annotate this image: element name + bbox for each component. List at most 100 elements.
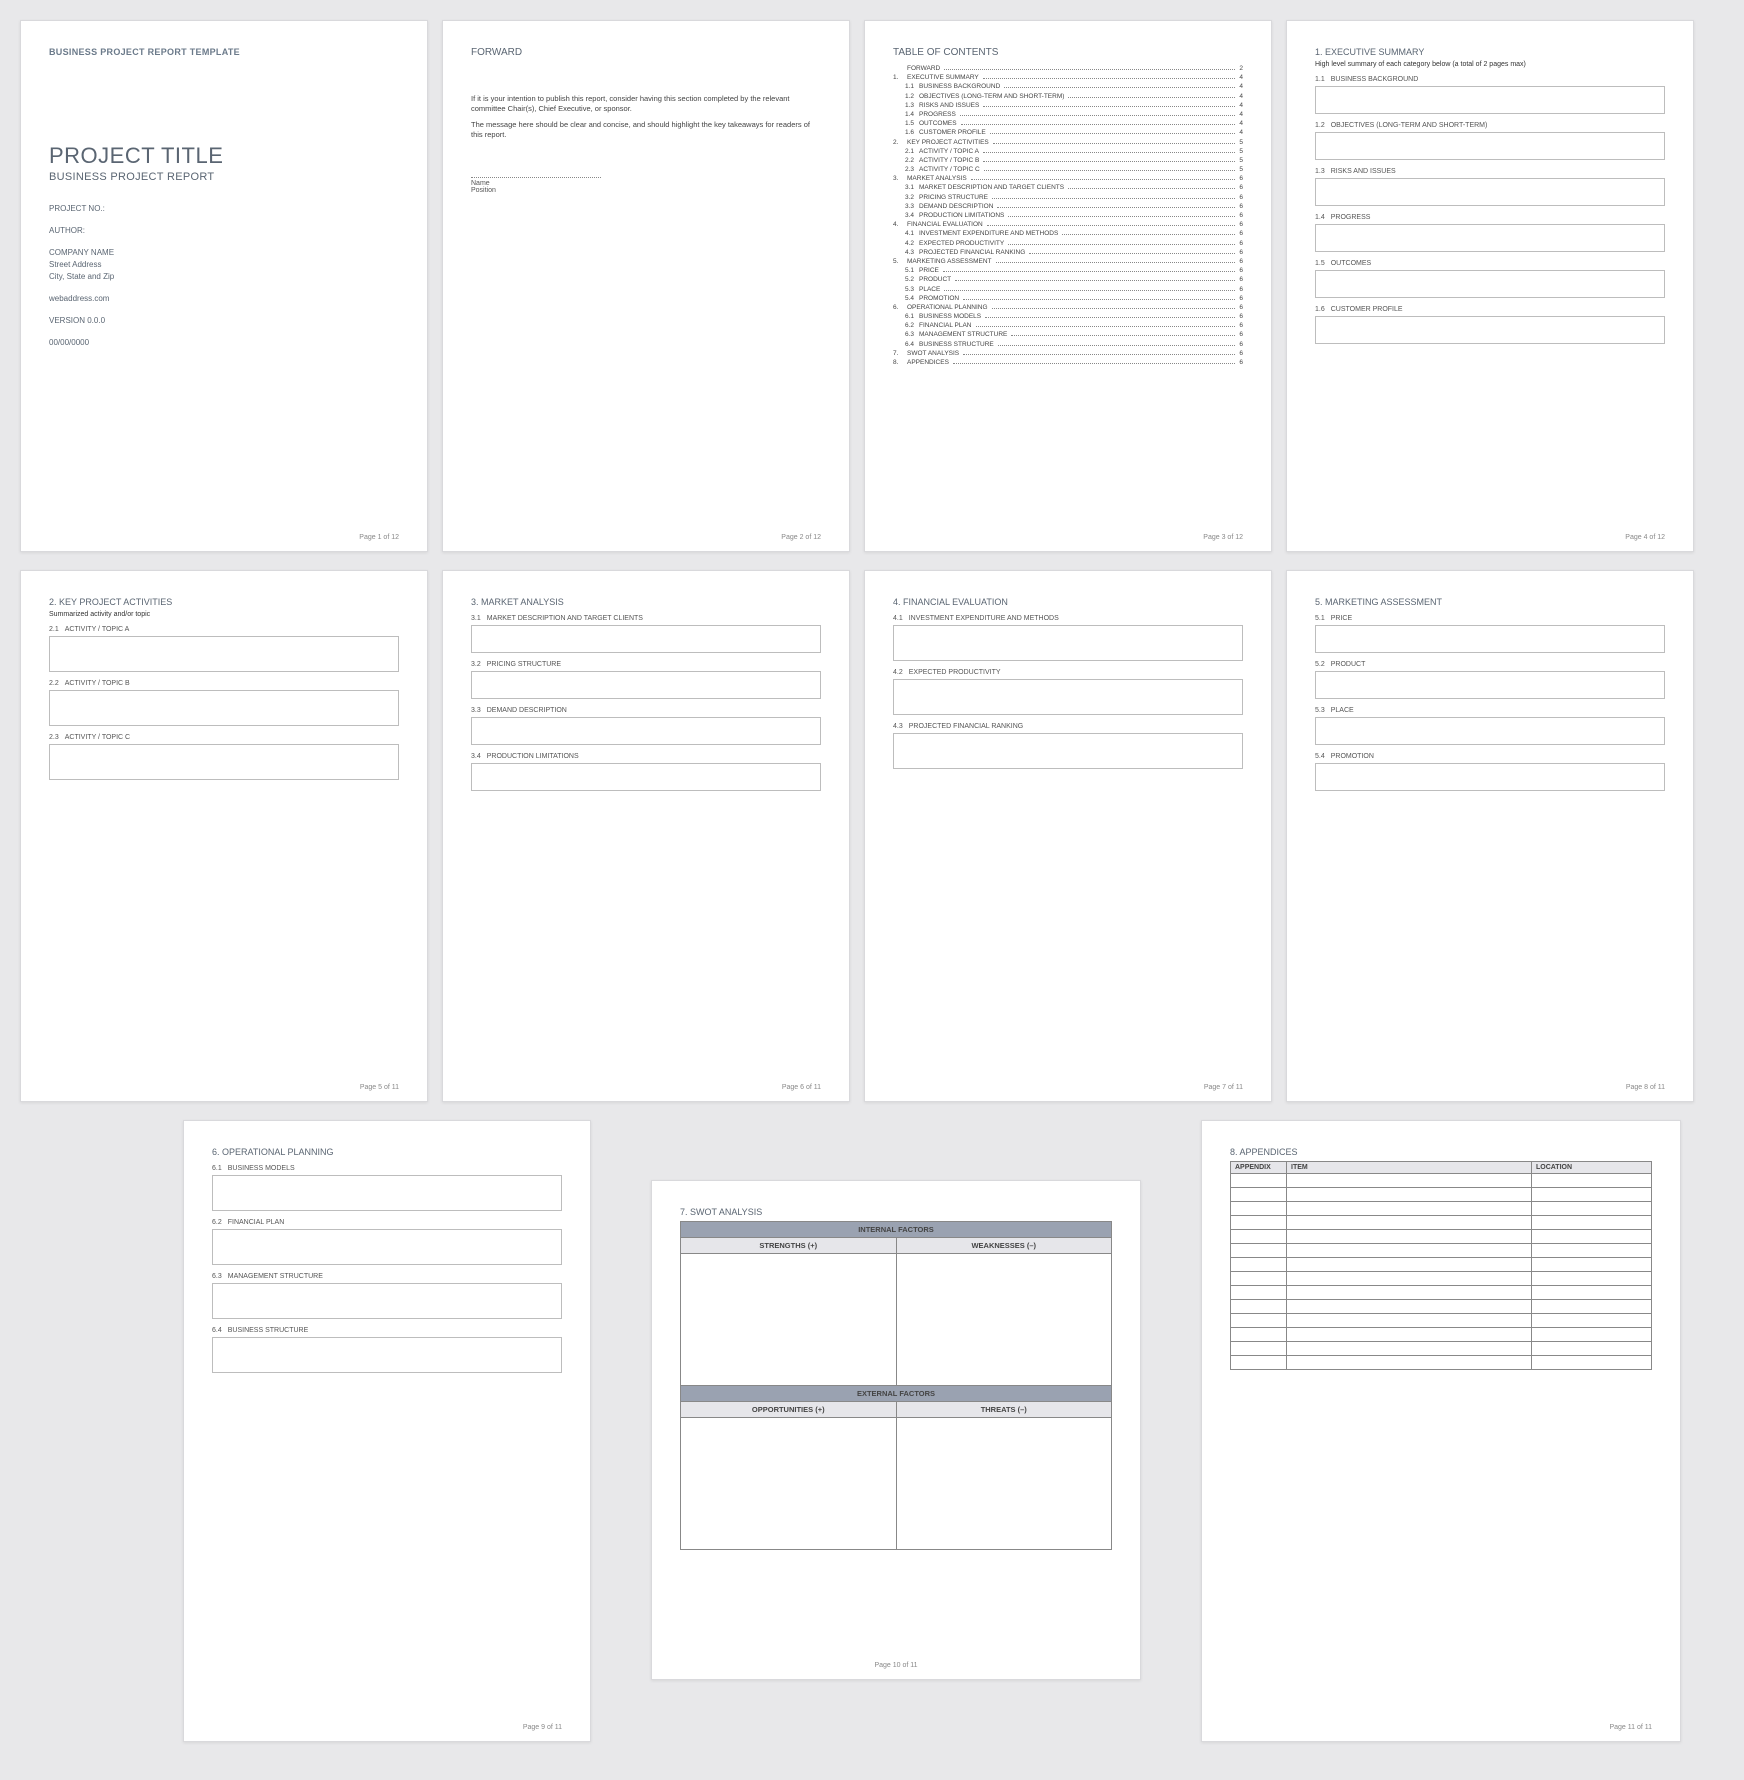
text-input-box[interactable] <box>471 625 821 653</box>
swot-strengths-header: STRENGTHS (+) <box>681 1238 897 1254</box>
page-swot: 7. SWOT ANALYSIS INTERNAL FACTORS STRENG… <box>651 1180 1141 1680</box>
table-cell[interactable] <box>1532 1216 1652 1230</box>
table-cell[interactable] <box>1231 1174 1287 1188</box>
subsection-label: 1.3RISKS AND ISSUES <box>1315 168 1665 175</box>
table-cell[interactable] <box>1532 1244 1652 1258</box>
subsection-label: 2.3ACTIVITY / TOPIC C <box>49 734 399 741</box>
table-cell[interactable] <box>1532 1328 1652 1342</box>
table-cell[interactable] <box>1231 1300 1287 1314</box>
text-input-box[interactable] <box>1315 717 1665 745</box>
table-cell[interactable] <box>1532 1272 1652 1286</box>
table-cell[interactable] <box>1231 1230 1287 1244</box>
text-input-box[interactable] <box>893 679 1243 715</box>
swot-opportunities-cell[interactable] <box>681 1418 897 1550</box>
table-cell[interactable] <box>1231 1272 1287 1286</box>
page-footer: Page 7 of 11 <box>1204 1084 1243 1091</box>
text-input-box[interactable] <box>893 733 1243 769</box>
table-cell[interactable] <box>1532 1286 1652 1300</box>
table-cell[interactable] <box>1532 1314 1652 1328</box>
toc-entry: 6.4BUSINESS STRUCTURE6 <box>893 340 1243 348</box>
table-cell[interactable] <box>1231 1216 1287 1230</box>
signature-position: Position <box>471 187 821 194</box>
table-cell[interactable] <box>1231 1314 1287 1328</box>
text-input-box[interactable] <box>471 763 821 791</box>
table-cell[interactable] <box>1287 1230 1532 1244</box>
table-cell[interactable] <box>1231 1328 1287 1342</box>
table-cell[interactable] <box>1231 1188 1287 1202</box>
page-footer: Page 4 of 12 <box>1625 534 1665 541</box>
toc-entry: 1.3RISKS AND ISSUES4 <box>893 101 1243 109</box>
table-cell[interactable] <box>1287 1216 1532 1230</box>
table-cell[interactable] <box>1231 1244 1287 1258</box>
swot-weaknesses-header: WEAKNESSES (–) <box>896 1238 1112 1254</box>
text-input-box[interactable] <box>1315 224 1665 252</box>
table-cell[interactable] <box>1287 1244 1532 1258</box>
signature-name: Name <box>471 180 821 187</box>
text-input-box[interactable] <box>212 1175 562 1211</box>
text-input-box[interactable] <box>471 717 821 745</box>
toc-entry: 5.2PRODUCT6 <box>893 275 1243 283</box>
appendices-table: APPENDIX ITEM LOCATION <box>1230 1161 1652 1370</box>
text-input-box[interactable] <box>49 690 399 726</box>
text-input-box[interactable] <box>471 671 821 699</box>
text-input-box[interactable] <box>893 625 1243 661</box>
toc-entry: 1.6CUSTOMER PROFILE4 <box>893 128 1243 136</box>
text-input-box[interactable] <box>1315 86 1665 114</box>
table-row <box>1231 1342 1652 1356</box>
table-cell[interactable] <box>1532 1356 1652 1370</box>
table-cell[interactable] <box>1287 1202 1532 1216</box>
swot-threats-cell[interactable] <box>896 1418 1112 1550</box>
table-row <box>1231 1272 1652 1286</box>
table-cell[interactable] <box>1532 1342 1652 1356</box>
toc-entry: 1.4PROGRESS4 <box>893 110 1243 118</box>
text-input-box[interactable] <box>1315 671 1665 699</box>
table-cell[interactable] <box>1287 1174 1532 1188</box>
text-input-box[interactable] <box>1315 763 1665 791</box>
subsection-label: 1.1BUSINESS BACKGROUND <box>1315 76 1665 83</box>
table-cell[interactable] <box>1532 1202 1652 1216</box>
text-input-box[interactable] <box>1315 132 1665 160</box>
section-note: Summarized activity and/or topic <box>49 611 399 618</box>
table-cell[interactable] <box>1287 1286 1532 1300</box>
toc-entry: FORWARD2 <box>893 64 1243 72</box>
text-input-box[interactable] <box>1315 316 1665 344</box>
table-cell[interactable] <box>1532 1300 1652 1314</box>
table-cell[interactable] <box>1231 1342 1287 1356</box>
table-cell[interactable] <box>1231 1356 1287 1370</box>
table-row <box>1231 1216 1652 1230</box>
table-row <box>1231 1286 1652 1300</box>
table-cell[interactable] <box>1287 1328 1532 1342</box>
table-cell[interactable] <box>1231 1258 1287 1272</box>
table-cell[interactable] <box>1532 1230 1652 1244</box>
toc-entry: 4.2EXPECTED PRODUCTIVITY6 <box>893 239 1243 247</box>
subsection-label: 4.3PROJECTED FINANCIAL RANKING <box>893 723 1243 730</box>
subsection-label: 6.1BUSINESS MODELS <box>212 1165 562 1172</box>
text-input-box[interactable] <box>49 636 399 672</box>
toc-entry: 1.5OUTCOMES4 <box>893 119 1243 127</box>
subsection-label: 3.2PRICING STRUCTURE <box>471 661 821 668</box>
table-cell[interactable] <box>1287 1314 1532 1328</box>
table-cell[interactable] <box>1532 1258 1652 1272</box>
table-cell[interactable] <box>1287 1258 1532 1272</box>
table-cell[interactable] <box>1231 1286 1287 1300</box>
swot-strengths-cell[interactable] <box>681 1254 897 1386</box>
toc-entry: 2.3ACTIVITY / TOPIC C5 <box>893 165 1243 173</box>
table-cell[interactable] <box>1287 1342 1532 1356</box>
text-input-box[interactable] <box>49 744 399 780</box>
swot-weaknesses-cell[interactable] <box>896 1254 1112 1386</box>
table-cell[interactable] <box>1287 1356 1532 1370</box>
table-cell[interactable] <box>1231 1202 1287 1216</box>
text-input-box[interactable] <box>212 1229 562 1265</box>
subsection-label: 2.2ACTIVITY / TOPIC B <box>49 680 399 687</box>
text-input-box[interactable] <box>212 1283 562 1319</box>
text-input-box[interactable] <box>1315 178 1665 206</box>
toc-entry: 3.3DEMAND DESCRIPTION6 <box>893 202 1243 210</box>
table-cell[interactable] <box>1532 1188 1652 1202</box>
table-cell[interactable] <box>1532 1174 1652 1188</box>
table-cell[interactable] <box>1287 1300 1532 1314</box>
text-input-box[interactable] <box>1315 270 1665 298</box>
table-cell[interactable] <box>1287 1272 1532 1286</box>
text-input-box[interactable] <box>1315 625 1665 653</box>
text-input-box[interactable] <box>212 1337 562 1373</box>
table-cell[interactable] <box>1287 1188 1532 1202</box>
